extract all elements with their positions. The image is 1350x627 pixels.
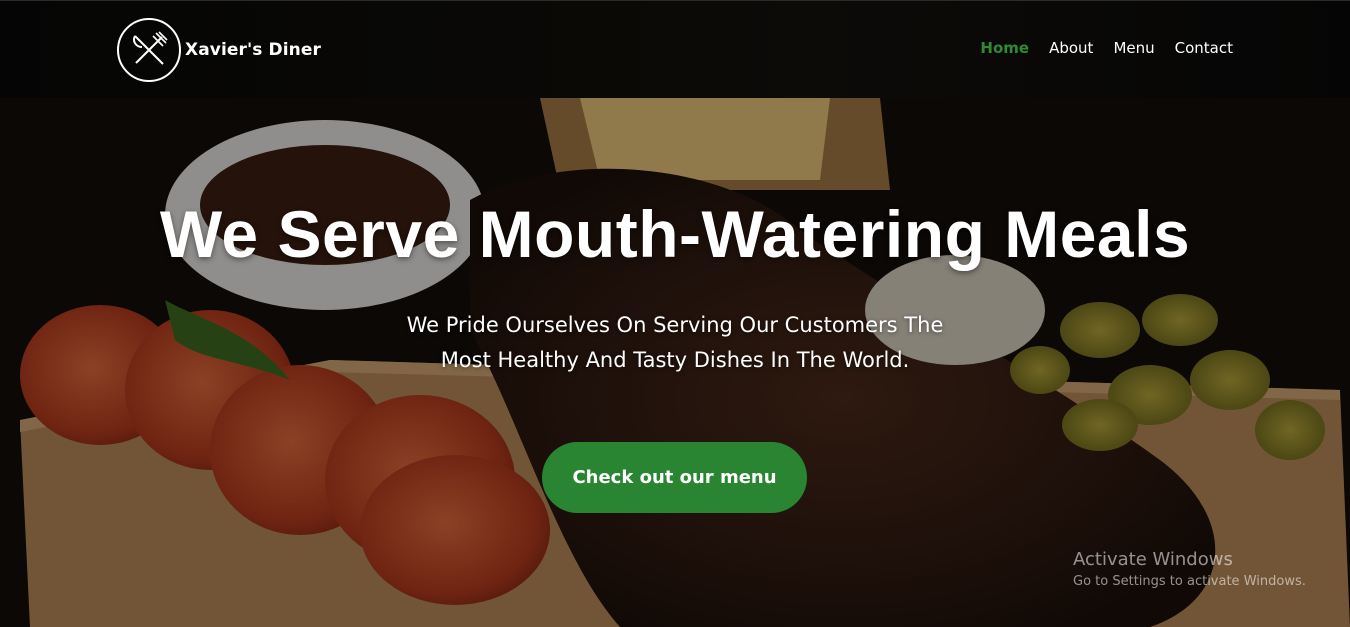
nav-links: Home About Menu Contact — [980, 39, 1233, 57]
windows-activation-watermark: Activate Windows Go to Settings to activ… — [1073, 549, 1306, 589]
hero-subtitle-line-1: We Pride Ourselves On Serving Our Custom… — [406, 313, 944, 337]
nav-link-home[interactable]: Home — [980, 39, 1029, 57]
nav-link-about[interactable]: About — [1049, 39, 1093, 57]
brand-name: Xavier's Diner — [185, 40, 321, 60]
hero-subtitle-line-2: Most Healthy And Tasty Dishes In The Wor… — [440, 348, 910, 372]
hero-title: We Serve Mouth-Watering Meals — [159, 197, 1191, 271]
watermark-subtitle: Go to Settings to activate Windows. — [1073, 574, 1306, 589]
page: Xavier's Diner Home About Menu Contact W… — [0, 0, 1350, 627]
nav-link-menu[interactable]: Menu — [1113, 39, 1154, 57]
nav-link-contact[interactable]: Contact — [1175, 39, 1233, 57]
brand[interactable]: Xavier's Diner — [117, 18, 321, 82]
hero-subtitle: We Pride Ourselves On Serving Our Custom… — [340, 308, 1010, 378]
navbar: Xavier's Diner Home About Menu Contact — [0, 0, 1350, 98]
check-menu-button[interactable]: Check out our menu — [542, 442, 807, 513]
watermark-title: Activate Windows — [1073, 549, 1233, 570]
fork-knife-icon — [117, 18, 181, 82]
